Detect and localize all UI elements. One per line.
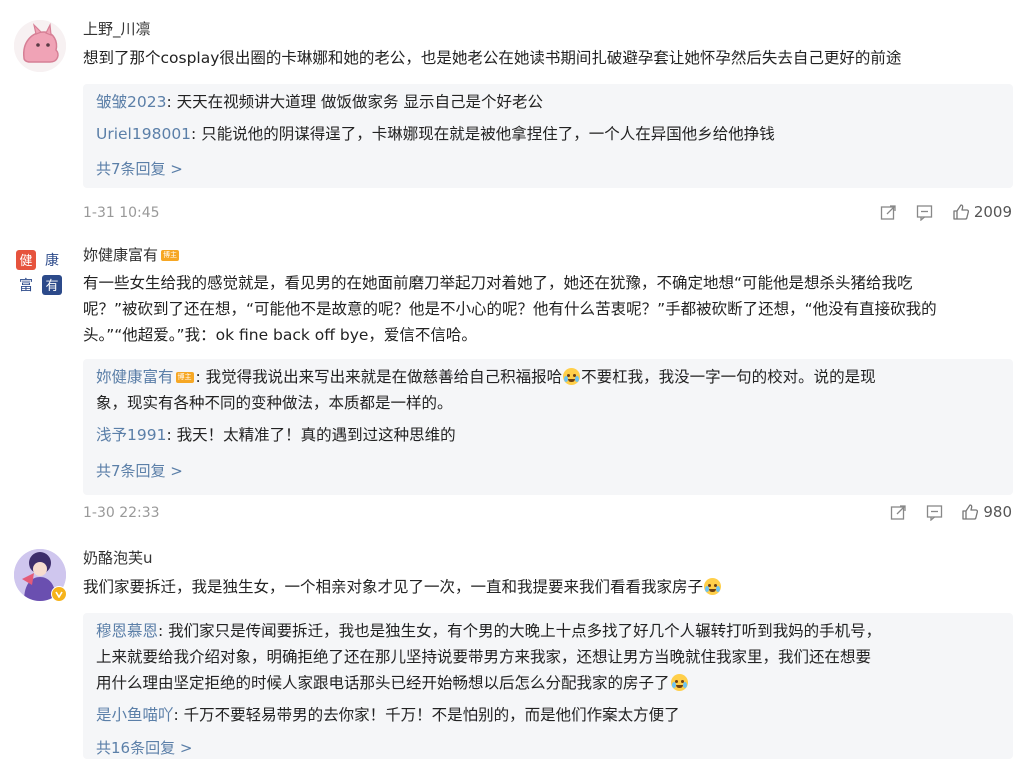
avatar[interactable]: 健 康 富 有 bbox=[14, 246, 66, 298]
verified-badge-icon bbox=[51, 586, 67, 602]
reply-text: : 我天！太精准了！真的遇到过这种思维的 bbox=[166, 426, 456, 444]
comment-actions: 2009 bbox=[880, 203, 1012, 221]
reply-item-continued: 象，现实有各种不同的变种做法，本质都是一样的。 bbox=[96, 394, 453, 412]
svg-text:康: 康 bbox=[45, 252, 59, 269]
reply-item: 浅予1991: 我天！太精准了！真的遇到过这种思维的 bbox=[96, 422, 996, 448]
comment-actions: 980 bbox=[889, 503, 1012, 521]
reply-item: 皱皱2023: 天天在视频讲大道理 做饭做家务 显示自己是个好老公 bbox=[96, 89, 996, 115]
reply-author[interactable]: 妳健康富有 bbox=[96, 368, 174, 386]
author-badge: 博主 bbox=[161, 250, 180, 261]
comment-1: 上野_川凛 想到了那个cosplay很出圈的卡琳娜和她的老公，也是她老公在她读书… bbox=[0, 0, 1024, 232]
crying-face-emoji-icon bbox=[704, 578, 722, 595]
reply-text: : 天天在视频讲大道理 做饭做家务 显示自己是个好老公 bbox=[166, 93, 543, 111]
comment-text-line: 头。”“他超爱。”我：ok fine back off bye，爱信不信哈。 bbox=[83, 326, 477, 344]
reply-item: Uriel198001: 只能说他的阴谋得逞了，卡琳娜现在就是被他拿捏住了，一个… bbox=[96, 121, 996, 147]
avatar[interactable] bbox=[14, 20, 66, 72]
comment-text-line: 呢？”被砍到了还在想，“可能他不是故意的呢？他是不小心的呢？他有什么苦衷呢？”手… bbox=[83, 300, 937, 318]
comment-author[interactable]: 奶酪泡芙u bbox=[83, 547, 153, 568]
reply-text: : 我们家只是传闻要拆迁，我也是独生女，有个男的大晚上十点多找了好几个人辗转打听… bbox=[158, 622, 882, 640]
share-icon[interactable] bbox=[880, 203, 898, 221]
comment-icon[interactable] bbox=[925, 503, 943, 521]
author-badge: 博主 bbox=[175, 372, 194, 383]
thumbs-up-icon bbox=[962, 504, 979, 520]
calligraphy-avatar-icon: 健 康 富 有 bbox=[14, 246, 66, 298]
author-name: 妳健康富有 bbox=[83, 246, 159, 264]
reply-item: 穆恩慕恩: 我们家只是传闻要拆迁，我也是独生女，有个男的大晚上十点多找了好几个人… bbox=[96, 618, 996, 644]
reply-item-continued: 用什么理由坚定拒绝的时候人家跟电话那头已经开始畅想以后怎么分配我家的房子了 bbox=[96, 670, 996, 696]
reply-text: : 千万不要轻易带男的去你家！千万！不是怕别的，而是他们作案太方便了 bbox=[173, 706, 680, 724]
view-more-replies-link[interactable]: 共7条回复 > bbox=[96, 460, 183, 481]
reply-box: 妳健康富有 博主: 我觉得我说出来写出来就是在做慈善给自己积福报哈 不要杠我，我没一… bbox=[83, 359, 1013, 495]
crying-face-emoji-icon bbox=[563, 368, 581, 385]
comment-3: 奶酪泡芙u 我们家要拆迁，我是独生女，一个相亲对象才见了一次，一直和我提要来我们… bbox=[0, 537, 1024, 759]
pink-creature-icon bbox=[14, 20, 66, 72]
reply-text: : 只能说他的阴谋得逞了，卡琳娜现在就是被他拿捏住了，一个人在异国他乡给他挣钱 bbox=[191, 125, 775, 143]
reply-item: 妳健康富有 博主: 我觉得我说出来写出来就是在做慈善给自己积福报哈 不要杠我，我没一… bbox=[96, 364, 996, 390]
comment-text-line: 有一些女生给我的感觉就是，看见男的在她面前磨刀举起刀对着她了，她还在犹豫，不确定… bbox=[83, 274, 913, 292]
comment-text: 我们家要拆迁，我是独生女，一个相亲对象才见了一次，一直和我提要来我们看看我家房子 bbox=[83, 574, 998, 600]
reply-author[interactable]: 皱皱2023 bbox=[96, 93, 166, 111]
comment-icon[interactable] bbox=[916, 203, 934, 221]
like-button[interactable]: 2009 bbox=[952, 203, 1012, 221]
comment-text: 想到了那个cosplay很出圈的卡琳娜和她的老公，也是她老公在她读书期间扎破避孕… bbox=[83, 49, 902, 67]
reply-author[interactable]: 穆恩慕恩 bbox=[96, 622, 158, 640]
view-more-replies-link[interactable]: 共7条回复 > bbox=[96, 158, 183, 179]
reply-box: 穆恩慕恩: 我们家只是传闻要拆迁，我也是独生女，有个男的大晚上十点多找了好几个人… bbox=[83, 613, 1013, 759]
reply-author[interactable]: 浅予1991 bbox=[96, 426, 166, 444]
view-more-replies-link[interactable]: 共16条回复 > bbox=[96, 737, 192, 758]
share-icon[interactable] bbox=[889, 503, 907, 521]
svg-text:富: 富 bbox=[19, 277, 33, 294]
svg-text:有: 有 bbox=[45, 279, 58, 294]
like-button[interactable]: 980 bbox=[961, 503, 1012, 521]
reply-text: : 我觉得我说出来写出来就是在做慈善给自己积福报哈 bbox=[195, 368, 563, 386]
comment-text-body: 我们家要拆迁，我是独生女，一个相亲对象才见了一次，一直和我提要来我们看看我家房子 bbox=[83, 578, 704, 596]
reply-author[interactable]: 是小鱼喵吖 bbox=[96, 706, 174, 724]
svg-text:健: 健 bbox=[19, 254, 32, 269]
reply-box: 皱皱2023: 天天在视频讲大道理 做饭做家务 显示自己是个好老公 Uriel1… bbox=[83, 84, 1013, 188]
comment-timestamp: 1-30 22:33 bbox=[83, 505, 160, 521]
comment-author[interactable]: 上野_川凛 bbox=[83, 18, 151, 39]
reply-text: 用什么理由坚定拒绝的时候人家跟电话那头已经开始畅想以后怎么分配我家的房子了 bbox=[96, 674, 670, 692]
like-count: 980 bbox=[983, 503, 1012, 521]
comment-2: 健 康 富 有 妳健康富有 博主 有一些女生给我的感觉就是，看见男的在她面前磨刀举… bbox=[0, 232, 1024, 537]
comment-timestamp: 1-31 10:45 bbox=[83, 205, 160, 221]
reply-item: 是小鱼喵吖: 千万不要轻易带男的去你家！千万！不是怕别的，而是他们作案太方便了 bbox=[96, 702, 996, 728]
comment-author[interactable]: 妳健康富有 博主 bbox=[83, 244, 180, 265]
crying-face-emoji-icon bbox=[670, 674, 688, 691]
reply-author[interactable]: Uriel198001 bbox=[96, 125, 191, 143]
thumbs-up-icon bbox=[953, 204, 969, 220]
reply-item-continued: 上来就要给我介绍对象，明确拒绝了还在那儿坚持说要带男方来我家，还想让男方当晚就住… bbox=[96, 648, 872, 666]
like-count: 2009 bbox=[973, 203, 1012, 221]
reply-text: 不要杠我，我没一字一句的校对。说的是现 bbox=[581, 368, 876, 386]
